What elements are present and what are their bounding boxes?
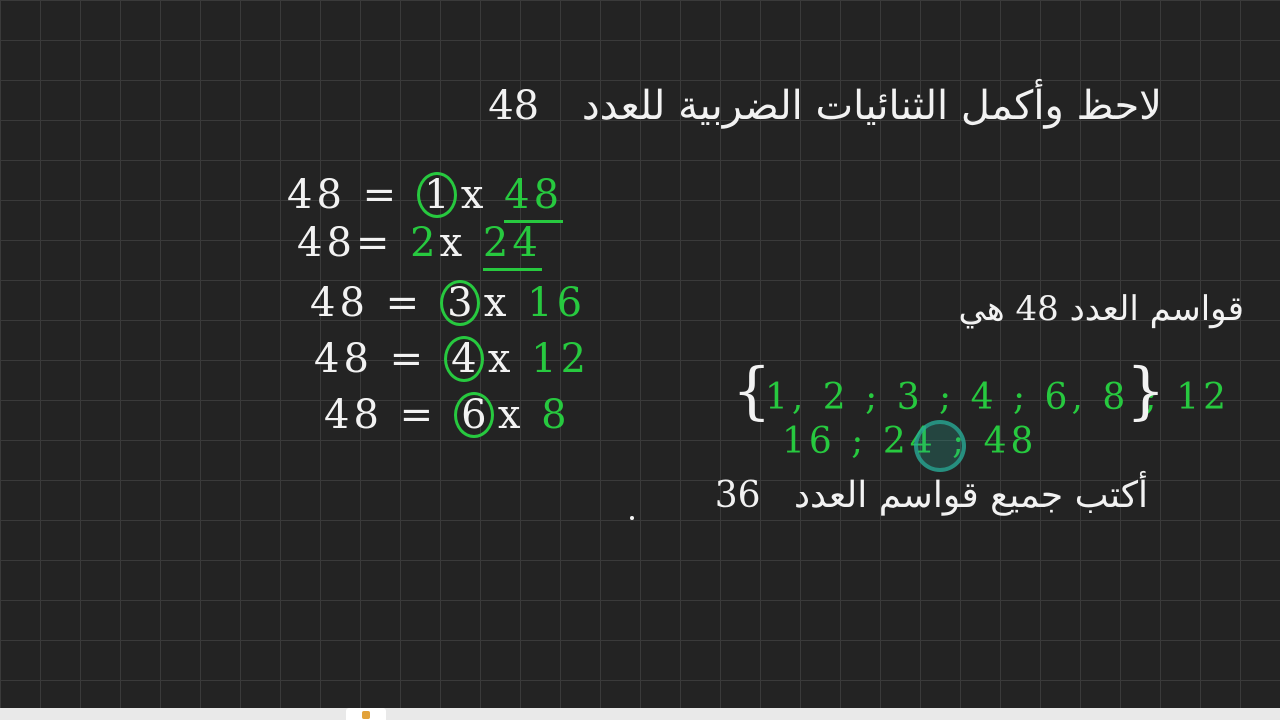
multiply-sign: x xyxy=(439,220,467,266)
equation-left: 48 xyxy=(287,172,346,218)
equation-row: 48 = 6x 8 xyxy=(324,392,571,438)
paired-factor: 24 xyxy=(482,220,542,271)
paired-factor: 16 xyxy=(527,280,587,326)
pencil-icon xyxy=(362,711,370,719)
exercise-title-text: لاحظ وأكمل الثنائيات الضربية للعدد xyxy=(581,83,1162,129)
equation-left: 48 xyxy=(324,392,383,438)
equation-left: 48 xyxy=(297,220,356,266)
close-brace: } xyxy=(1126,354,1166,427)
paired-factor: 48 xyxy=(504,172,564,223)
equation-equals: = xyxy=(385,280,424,326)
whiteboard-canvas[interactable]: لاحظ وأكمل الثنائيات الضربية للعدد 48 48… xyxy=(0,0,1280,708)
circled-factor: 4 xyxy=(443,336,484,382)
equation-equals: = xyxy=(399,392,438,438)
paired-factor-a: 2 xyxy=(410,220,440,266)
question-number: 36 xyxy=(714,475,761,516)
equation-left: 48 xyxy=(314,336,373,382)
taskbar-app-icon[interactable] xyxy=(346,708,386,720)
paired-factor: 12 xyxy=(531,336,591,382)
multiply-sign: x xyxy=(487,336,515,382)
equation-row: 48 = 4x 12 xyxy=(314,336,590,382)
equation-row: 48 = 1x 48 xyxy=(287,172,564,223)
equation-equals: = xyxy=(389,336,428,382)
circled-factor: 3 xyxy=(439,280,480,326)
exercise-title: لاحظ وأكمل الثنائيات الضربية للعدد 48 xyxy=(488,86,1162,126)
question-text: أكتب جميع قواسم العدد 36 xyxy=(715,478,1148,514)
multiply-sign: x xyxy=(497,392,525,438)
taskbar xyxy=(0,708,1280,720)
equation-left: 48 xyxy=(310,280,369,326)
multiply-sign: x xyxy=(483,280,511,326)
pen-cursor-icon xyxy=(914,420,966,472)
ink-dot xyxy=(630,516,634,520)
circled-factor: 1 xyxy=(416,172,457,218)
equation-row: 48= 2x 24 xyxy=(297,220,542,271)
factors-label: قواسم العدد 48 هي xyxy=(958,289,1244,329)
equation-equals: = xyxy=(355,220,394,266)
paired-factor: 8 xyxy=(541,392,571,438)
factor-list-row-2: 16 ; 24 ; 48 xyxy=(782,421,1038,462)
equation-row: 48 = 3x 16 xyxy=(310,280,586,326)
question-text-body: أكتب جميع قواسم العدد xyxy=(794,475,1148,516)
circled-factor: 6 xyxy=(453,392,494,438)
multiply-sign: x xyxy=(460,172,488,218)
equation-equals: = xyxy=(362,172,401,218)
exercise-title-number: 48 xyxy=(488,83,540,129)
